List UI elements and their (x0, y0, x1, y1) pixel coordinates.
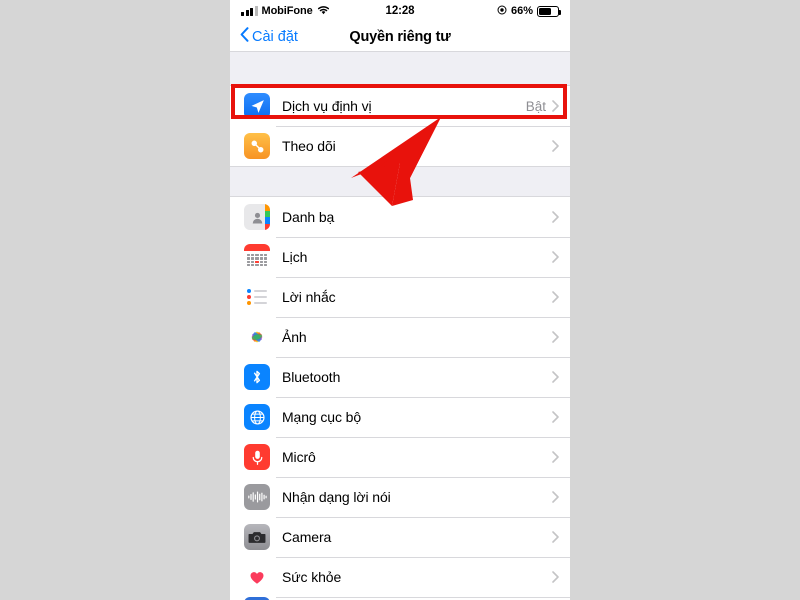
list-item-calendar[interactable]: Lịch (230, 237, 570, 277)
chevron-right-icon (552, 140, 559, 152)
bluetooth-icon (244, 364, 270, 390)
phone-screen: MobiFone 12:28 66% Cài đặt Quyền riêng t… (230, 0, 570, 600)
location-services-indicator-icon (497, 2, 507, 20)
local-network-icon (244, 404, 270, 430)
battery-percent-label: 66% (510, 5, 533, 17)
speech-recognition-icon (244, 484, 270, 510)
list-item-label: Mạng cục bộ (282, 409, 362, 425)
list-item-label: Theo dõi (282, 138, 336, 154)
battery-icon (537, 5, 561, 17)
settings-group-apps: Danh bạ Lịch Lời nhắc Ảnh Bluetooth Mạng… (230, 196, 570, 600)
chevron-right-icon (552, 451, 559, 463)
section-spacer-middle (230, 167, 570, 196)
microphone-icon (244, 444, 270, 470)
list-item-label: Ảnh (282, 329, 307, 345)
list-item-label: Lời nhắc (282, 289, 336, 305)
status-bar: MobiFone 12:28 66% (230, 0, 570, 22)
find-my-tracking-icon (244, 133, 270, 159)
chevron-left-icon (240, 27, 249, 46)
chevron-right-icon (552, 291, 559, 303)
chevron-right-icon (552, 100, 559, 112)
list-item-label: Lịch (282, 249, 308, 265)
section-spacer-top (230, 52, 570, 85)
photos-icon (244, 324, 270, 350)
list-item-photos[interactable]: Ảnh (230, 317, 570, 357)
list-item-camera[interactable]: Camera (230, 517, 570, 557)
settings-group-location: Dịch vụ định vị Bật Theo dõi (230, 85, 570, 167)
chevron-right-icon (552, 211, 559, 223)
reminders-icon (244, 284, 270, 310)
status-bar-right: 66% (497, 2, 561, 20)
navigation-bar: Cài đặt Quyền riêng tư (230, 22, 570, 52)
contacts-icon (244, 204, 270, 230)
list-item-health[interactable]: Sức khỏe (230, 557, 570, 597)
chevron-right-icon (552, 531, 559, 543)
list-item-label: Sức khỏe (282, 569, 342, 585)
screenshot-canvas: MobiFone 12:28 66% Cài đặt Quyền riêng t… (0, 0, 800, 600)
list-item-bluetooth[interactable]: Bluetooth (230, 357, 570, 397)
contacts-tabs (265, 204, 270, 230)
list-item-label: Bluetooth (282, 369, 341, 385)
chevron-right-icon (552, 251, 559, 263)
list-item-value: Bật (525, 98, 546, 114)
list-item-label: Micrô (282, 449, 316, 465)
location-services-icon (244, 93, 270, 119)
camera-icon (244, 524, 270, 550)
list-item-label: Dịch vụ định vị (282, 98, 372, 114)
list-item-contacts[interactable]: Danh bạ (230, 197, 570, 237)
list-item-label: Danh bạ (282, 209, 335, 225)
list-item-microphone[interactable]: Micrô (230, 437, 570, 477)
list-item-label: Camera (282, 529, 332, 545)
chevron-right-icon (552, 331, 559, 343)
list-item-speech-recognition[interactable]: Nhận dạng lời nói (230, 477, 570, 517)
list-item-local-network[interactable]: Mạng cục bộ (230, 397, 570, 437)
back-button-label: Cài đặt (252, 28, 298, 45)
back-button[interactable]: Cài đặt (240, 27, 298, 46)
list-item-location-services[interactable]: Dịch vụ định vị Bật (230, 86, 570, 126)
health-icon (244, 564, 270, 590)
list-item-tracking[interactable]: Theo dõi (230, 126, 570, 166)
chevron-right-icon (552, 491, 559, 503)
chevron-right-icon (552, 411, 559, 423)
list-item-reminders[interactable]: Lời nhắc (230, 277, 570, 317)
settings-list[interactable]: Dịch vụ định vị Bật Theo dõi Danh bạ Lịc… (230, 52, 570, 600)
chevron-right-icon (552, 371, 559, 383)
calendar-icon (244, 244, 270, 270)
chevron-right-icon (552, 571, 559, 583)
list-item-label: Nhận dạng lời nói (282, 489, 391, 505)
